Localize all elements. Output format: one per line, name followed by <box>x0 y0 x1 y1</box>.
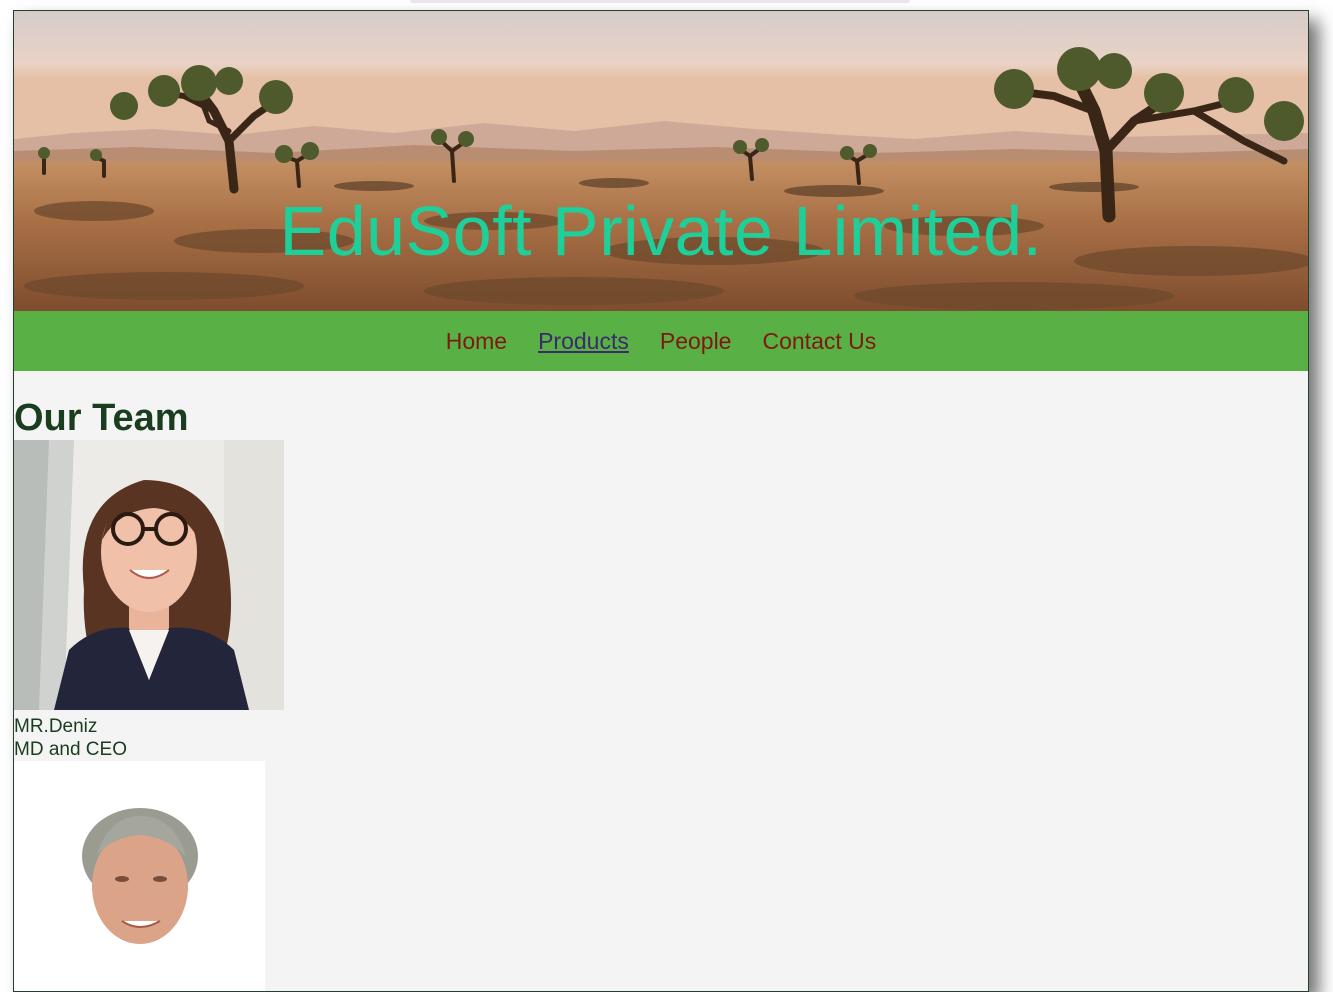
nav-link-home[interactable]: Home <box>446 328 507 355</box>
team-member-card <box>14 761 1308 991</box>
nav-link-products[interactable]: Products <box>538 328 629 355</box>
header-banner: EduSoft Private Limited. <box>14 11 1308 311</box>
nav-link-people[interactable]: People <box>660 328 732 355</box>
section-heading: Our Team <box>14 397 189 439</box>
main-nav: Home Products People Contact Us <box>14 311 1308 371</box>
member-photo <box>14 440 284 710</box>
page-container: EduSoft Private Limited. Home Products P… <box>13 10 1309 992</box>
member-role: MD and CEO <box>14 739 127 760</box>
site-title: EduSoft Private Limited. <box>279 192 1043 270</box>
member-photo <box>14 761 265 991</box>
main-content: Our Team MR.Deniz MD and CEO <box>14 371 1308 991</box>
team-member-card: MR.Deniz MD and CEO <box>14 440 1308 761</box>
member-name: MR.Deniz <box>14 716 98 737</box>
window-top-edge <box>410 0 910 3</box>
nav-link-contact-us[interactable]: Contact Us <box>762 328 876 355</box>
